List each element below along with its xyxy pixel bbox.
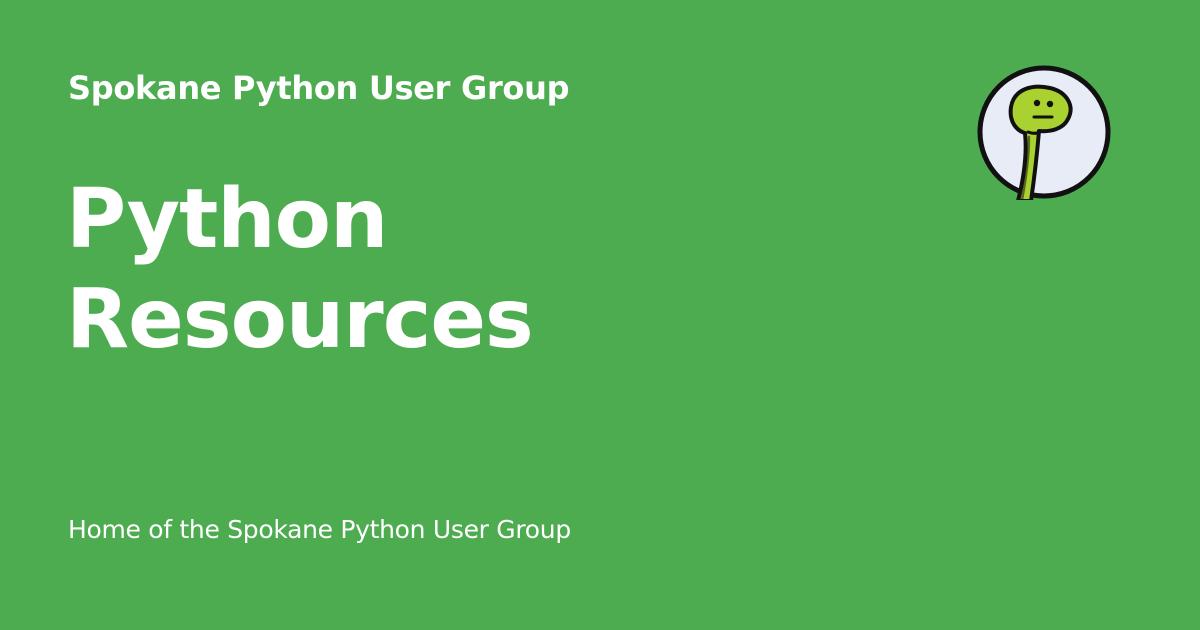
site-name: Spokane Python User Group	[68, 69, 570, 107]
social-preview-card: Spokane Python User Group Python Resourc…	[0, 0, 1200, 630]
site-description: Home of the Spokane Python User Group	[68, 515, 571, 544]
page-title-line-1: Python	[66, 172, 388, 267]
snake-mascot-icon	[976, 64, 1112, 200]
page-title-line-2: Resources	[66, 272, 534, 367]
page-title: Python Resources	[66, 170, 534, 370]
